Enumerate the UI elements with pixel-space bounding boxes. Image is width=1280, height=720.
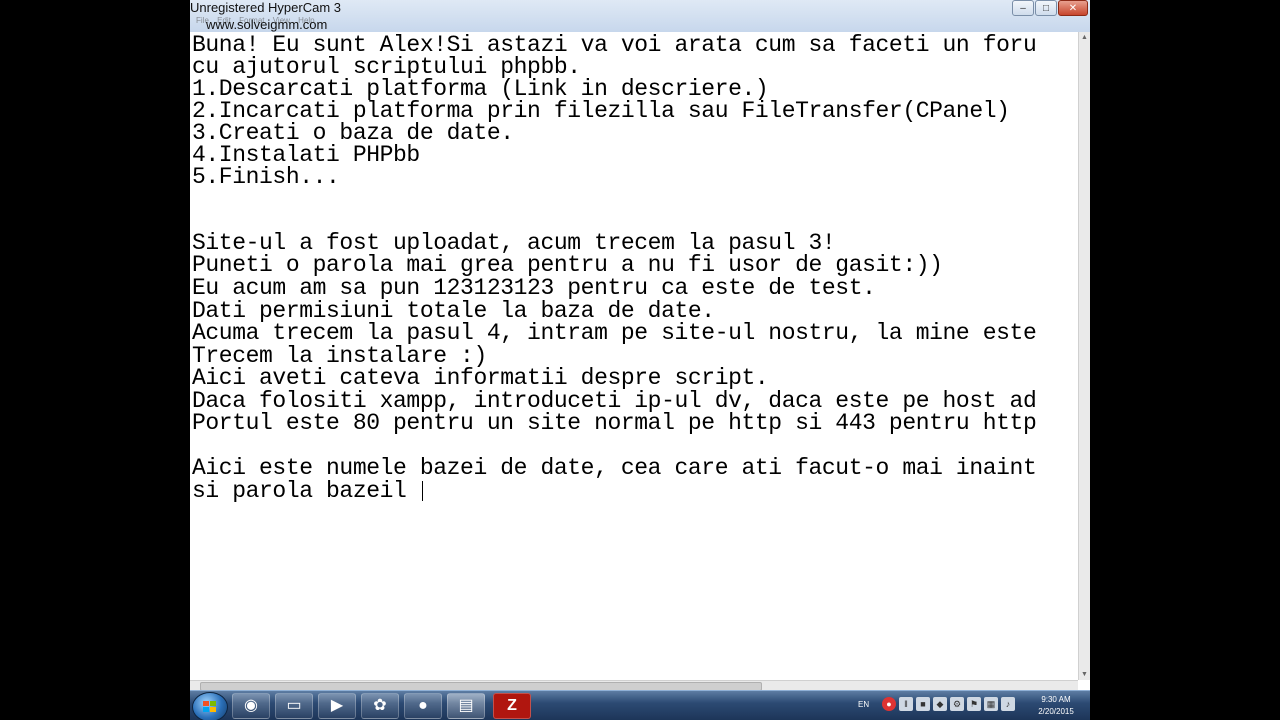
editor-line: Eu acum am sa pun 123123123 pentru ca es… xyxy=(192,275,876,301)
filezilla-icon[interactable]: Z xyxy=(493,693,531,719)
volume-icon[interactable]: ♪ xyxy=(1001,697,1015,711)
system-tray: ● ‖ ■ ◆ ⚙ ⚑ ▦ ♪ xyxy=(882,697,1015,711)
editor-line: 2.Incarcati platforma prin filezilla sau… xyxy=(192,98,1010,124)
stop-icon[interactable]: ■ xyxy=(916,697,930,711)
settings-icon[interactable]: ⚙ xyxy=(950,697,964,711)
scroll-down-icon[interactable]: ▼ xyxy=(1081,671,1088,678)
editor-line: Acuma trecem la pasul 4, intram pe site-… xyxy=(192,320,1037,346)
editor-line: Trecem la instalare :) xyxy=(192,343,487,369)
close-button[interactable]: ✕ xyxy=(1058,0,1088,16)
text-editor[interactable]: Buna! Eu sunt Alex!Si astazi va voi arat… xyxy=(190,32,1078,680)
editor-line: Buna! Eu sunt Alex!Si astazi va voi arat… xyxy=(192,32,1037,58)
tray-app-icon[interactable]: ◆ xyxy=(933,697,947,711)
minimize-button[interactable]: – xyxy=(1012,0,1034,16)
clock-time: 9:30 AM xyxy=(1041,695,1071,704)
hypercam-icon[interactable]: ● xyxy=(404,693,442,719)
media-player-icon[interactable]: ▶ xyxy=(318,693,356,719)
window-controls: – □ ✕ xyxy=(1012,0,1088,16)
editor-line: 1.Descarcati platforma (Link in descrier… xyxy=(192,76,769,102)
clock-date: 2/20/2015 xyxy=(1038,707,1074,716)
notepad-icon[interactable]: ▤ xyxy=(447,693,485,719)
record-icon[interactable]: ● xyxy=(882,697,896,711)
editor-line-text: si parola bazeil xyxy=(192,478,420,504)
editor-line: Portul este 80 pentru un site normal pe … xyxy=(192,410,1037,436)
text-caret xyxy=(421,480,423,501)
editor-line: Puneti o parola mai grea pentru a nu fi … xyxy=(192,252,943,278)
language-indicator[interactable]: EN xyxy=(858,700,869,709)
editor-line-current: si parola bazeil xyxy=(192,478,423,504)
editor-line: cu ajutorul scriptului phpbb. xyxy=(192,54,581,80)
editor-line: Aici aveti cateva informatii despre scri… xyxy=(192,365,769,391)
folder-icon[interactable]: ▭ xyxy=(275,693,313,719)
editor-line: 4.Instalati PHPbb xyxy=(192,142,420,168)
screen: File Edit Format View Help Unregistered … xyxy=(190,0,1090,720)
window-titlebar[interactable]: File Edit Format View Help Unregistered … xyxy=(190,0,1090,33)
windows-logo-icon xyxy=(203,701,216,712)
hypercam-watermark-url: www.solveigmm.com xyxy=(206,17,328,32)
vertical-scrollbar[interactable]: ▲ ▼ xyxy=(1078,32,1090,680)
system-clock[interactable]: 9:30 AM 2/20/2015 xyxy=(1032,694,1080,718)
taskbar: ◉ ▭ ▶ ✿ ● ▤ Z EN ● ‖ ■ ◆ ⚙ ⚑ ▦ ♪ 9:30 AM… xyxy=(190,690,1090,720)
pause-icon[interactable]: ‖ xyxy=(899,697,913,711)
editor-line: 3.Creati o baza de date. xyxy=(192,120,514,146)
editor-line: 5.Finish... xyxy=(192,164,340,190)
messenger-icon[interactable]: ✿ xyxy=(361,693,399,719)
scroll-up-icon[interactable]: ▲ xyxy=(1081,34,1088,41)
start-button[interactable] xyxy=(192,692,228,720)
chrome-icon[interactable]: ◉ xyxy=(232,693,270,719)
editor-line: Daca folositi xampp, introduceti ip-ul d… xyxy=(192,388,1037,414)
editor-line: Dati permisiuni totale la baza de date. xyxy=(192,298,715,324)
hypercam-watermark-title: Unregistered HyperCam 3 xyxy=(190,0,342,15)
maximize-button[interactable]: □ xyxy=(1035,0,1057,16)
editor-line: Aici este numele bazei de date, cea care… xyxy=(192,455,1037,481)
flag-icon[interactable]: ⚑ xyxy=(967,697,981,711)
editor-line: Site-ul a fost uploadat, acum trecem la … xyxy=(192,230,836,256)
network-icon[interactable]: ▦ xyxy=(984,697,998,711)
